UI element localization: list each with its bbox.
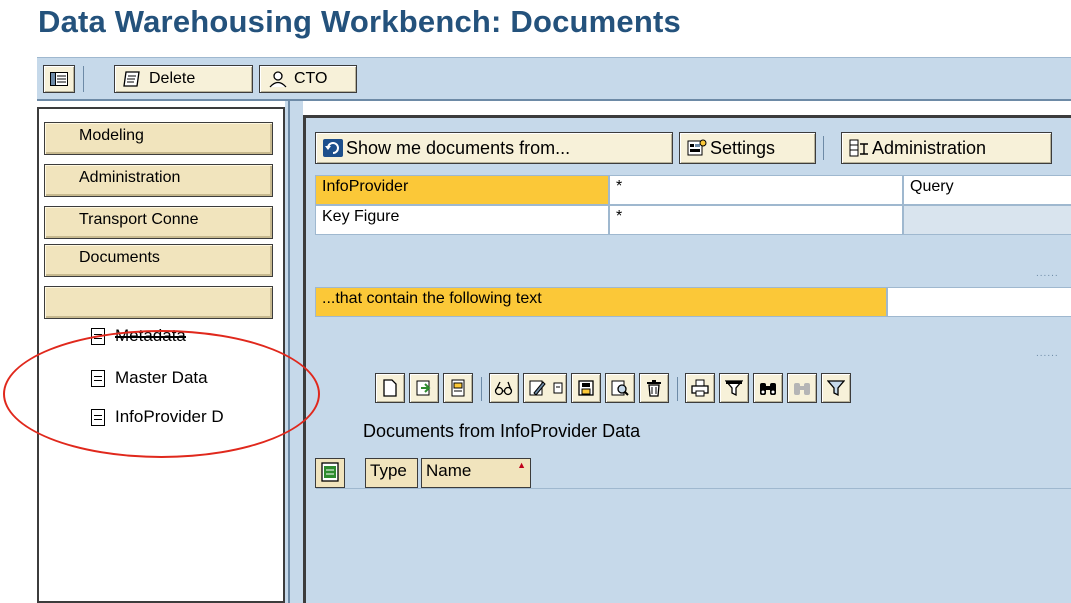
select-all-icon <box>321 462 339 482</box>
nav-administration-button[interactable]: Administration <box>44 164 273 197</box>
toolbar-separator <box>677 377 678 401</box>
nav-modeling-button[interactable]: Modeling <box>44 122 273 155</box>
import-document-icon[interactable] <box>409 373 439 403</box>
infoprovider-input[interactable]: * <box>609 175 903 205</box>
sort-indicator-icon: ▲ <box>517 460 526 470</box>
settings-label: Settings <box>710 137 776 158</box>
toolbar-separator <box>481 377 482 401</box>
toolbar-separator <box>83 66 84 92</box>
table-header-line <box>316 488 1071 489</box>
key-figure-input[interactable]: * <box>609 205 903 235</box>
find-next-icon[interactable] <box>787 373 817 403</box>
save-document-icon[interactable] <box>571 373 601 403</box>
print-icon[interactable] <box>685 373 715 403</box>
resize-handle[interactable]: ...... <box>1036 268 1059 279</box>
cto-button[interactable]: CTO <box>259 65 357 93</box>
administration-icon <box>849 139 868 157</box>
new-document-icon[interactable] <box>375 373 405 403</box>
settings-icon <box>687 139 707 156</box>
edit-document-icon[interactable] <box>523 373 567 403</box>
display-glasses-icon[interactable] <box>489 373 519 403</box>
layout-icon <box>50 72 68 86</box>
layout-toggle-button[interactable] <box>43 65 75 93</box>
cto-label: CTO <box>294 70 328 87</box>
find-document-icon[interactable] <box>605 373 635 403</box>
delete-button[interactable]: Delete <box>114 65 253 93</box>
administration-label: Administration <box>872 137 987 158</box>
nav-transport-connection-button[interactable]: Transport Conne <box>44 206 273 239</box>
resize-handle[interactable]: ...... <box>1036 348 1059 359</box>
administration-button[interactable]: Administration <box>841 132 1052 164</box>
document-display-icon[interactable] <box>443 373 473 403</box>
binoculars-icon[interactable] <box>753 373 783 403</box>
criteria-label-infoprovider: InfoProvider <box>315 175 609 205</box>
refresh-icon <box>323 139 343 157</box>
empty-cell <box>903 205 1071 235</box>
delete-label: Delete <box>149 70 196 87</box>
nav-documents-button[interactable]: Documents <box>44 244 273 277</box>
page-title: Data Warehousing Workbench: Documents <box>38 4 681 39</box>
document-search-pane: Show me documents from... Settings Admin… <box>303 115 1071 603</box>
contain-text-label: ...that contain the following text <box>315 287 887 317</box>
column-header-label: Name <box>426 461 472 480</box>
column-header-type[interactable]: Type <box>365 458 418 488</box>
select-all-button[interactable] <box>315 458 345 488</box>
documents-section-title: Documents from InfoProvider Data <box>363 421 641 441</box>
nav-search-field[interactable] <box>44 286 273 319</box>
filter-icon[interactable] <box>719 373 749 403</box>
settings-button[interactable]: Settings <box>679 132 816 164</box>
criteria-label-query: Query <box>903 175 1071 205</box>
person-icon <box>269 71 287 88</box>
annotation-ellipse <box>3 330 320 458</box>
show-documents-button[interactable]: Show me documents from... <box>315 132 673 164</box>
delete-icon <box>123 71 140 87</box>
trash-icon[interactable] <box>639 373 669 403</box>
filter-set-icon[interactable] <box>821 373 851 403</box>
criteria-label-key-figure: Key Figure <box>315 205 609 235</box>
show-documents-label: Show me documents from... <box>346 137 571 158</box>
splitter-line <box>288 101 290 603</box>
contain-text-input[interactable] <box>887 287 1071 317</box>
column-header-name[interactable]: Name ▲ <box>421 458 531 488</box>
toolbar: Delete CTO <box>37 57 1071 101</box>
toolbar-separator <box>823 136 824 160</box>
